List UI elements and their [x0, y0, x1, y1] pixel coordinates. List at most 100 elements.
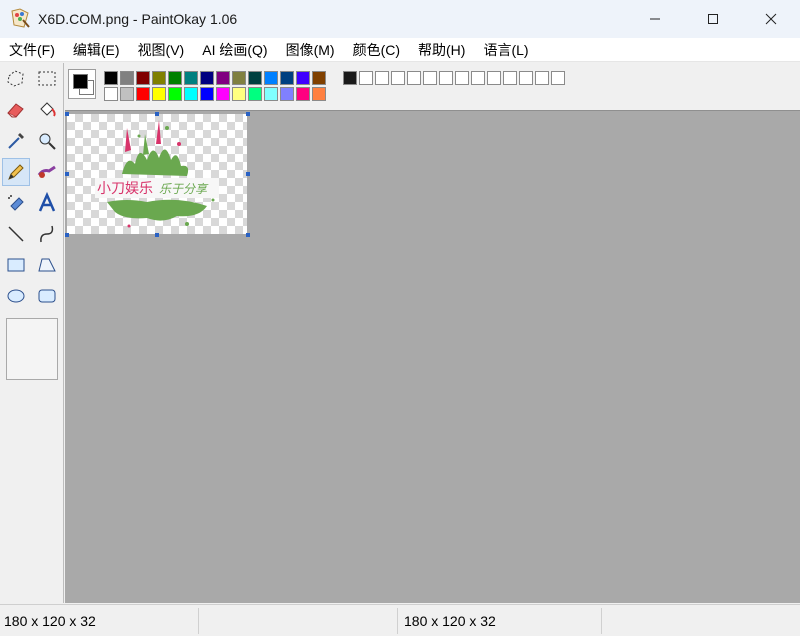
menu-language[interactable]: 语言(L)	[474, 38, 537, 62]
palette-color-swatch[interactable]	[296, 71, 310, 85]
palette-color-swatch[interactable]	[216, 71, 230, 85]
polygon-icon	[38, 258, 56, 272]
resize-handle[interactable]	[246, 112, 250, 116]
palette-color-swatch[interactable]	[168, 87, 182, 101]
eraser-icon	[7, 103, 24, 118]
custom-color-swatch[interactable]	[407, 71, 421, 85]
palette-color-swatch[interactable]	[104, 87, 118, 101]
resize-handle[interactable]	[155, 233, 159, 237]
custom-color-swatch[interactable]	[551, 71, 565, 85]
fill-bucket-icon	[40, 102, 56, 117]
palette-color-swatch[interactable]	[216, 87, 230, 101]
airbrush-icon	[8, 195, 24, 211]
palette-color-swatch[interactable]	[136, 71, 150, 85]
menu-image[interactable]: 图像(M)	[277, 38, 344, 62]
tool-curve[interactable]	[33, 220, 61, 248]
palette-color-swatch[interactable]	[120, 71, 134, 85]
tool-rect-select[interactable]	[33, 65, 61, 93]
palette-color-swatch[interactable]	[184, 87, 198, 101]
palette-color-swatch[interactable]	[152, 87, 166, 101]
palette-color-swatch[interactable]	[312, 87, 326, 101]
tool-polygon[interactable]	[33, 251, 61, 279]
tool-rectangle[interactable]	[2, 251, 30, 279]
palette-color-swatch[interactable]	[248, 87, 262, 101]
custom-color-swatch[interactable]	[391, 71, 405, 85]
text-icon	[38, 192, 56, 212]
custom-color-swatch[interactable]	[439, 71, 453, 85]
close-icon	[765, 13, 777, 25]
palette-color-swatch[interactable]	[248, 71, 262, 85]
custom-color-swatch[interactable]	[519, 71, 533, 85]
menu-bar: 文件(F) 编辑(E) 视图(V) AI 绘画(Q) 图像(M) 颜色(C) 帮…	[0, 38, 800, 62]
tool-airbrush[interactable]	[2, 189, 30, 217]
title-bar: X6D.COM.png - PaintOkay 1.06	[0, 0, 800, 38]
color-picker-icon	[8, 133, 24, 149]
pencil-icon	[8, 164, 24, 180]
palette-color-swatch[interactable]	[280, 87, 294, 101]
custom-color-swatch[interactable]	[503, 71, 517, 85]
menu-view[interactable]: 视图(V)	[129, 38, 194, 62]
custom-color-swatch[interactable]	[487, 71, 501, 85]
tool-brush[interactable]	[33, 158, 61, 186]
tool-eraser[interactable]	[2, 96, 30, 124]
palette-color-swatch[interactable]	[232, 71, 246, 85]
palette-color-swatch[interactable]	[200, 71, 214, 85]
maximize-button[interactable]	[684, 0, 742, 38]
tool-pencil[interactable]	[2, 158, 30, 186]
canvas-workspace[interactable]: 小刀娱乐 乐于分享	[65, 110, 800, 603]
palette-color-swatch[interactable]	[312, 71, 326, 85]
custom-color-swatch[interactable]	[423, 71, 437, 85]
menu-edit[interactable]: 编辑(E)	[64, 38, 129, 62]
palette-color-swatch[interactable]	[280, 71, 294, 85]
palette-color-swatch[interactable]	[168, 71, 182, 85]
minimize-icon	[650, 18, 660, 20]
palette-color-swatch[interactable]	[264, 87, 278, 101]
tool-text[interactable]	[33, 189, 61, 217]
custom-color-swatch[interactable]	[471, 71, 485, 85]
line-icon	[8, 226, 24, 242]
tool-rounded-rect[interactable]	[33, 282, 61, 310]
foreground-color-swatch[interactable]	[73, 74, 88, 89]
resize-handle[interactable]	[65, 233, 69, 237]
custom-color-swatch[interactable]	[343, 71, 357, 85]
palette-color-swatch[interactable]	[120, 87, 134, 101]
toolbox	[0, 63, 64, 603]
tool-fill[interactable]	[33, 96, 61, 124]
minimize-button[interactable]	[626, 0, 684, 38]
custom-color-swatch[interactable]	[455, 71, 469, 85]
tool-magnifier[interactable]	[33, 127, 61, 155]
custom-color-swatch[interactable]	[359, 71, 373, 85]
resize-handle[interactable]	[246, 172, 250, 176]
menu-colors[interactable]: 颜色(C)	[344, 38, 409, 62]
rect-select-icon	[38, 71, 56, 86]
custom-color-swatch[interactable]	[375, 71, 389, 85]
maximize-icon	[708, 14, 718, 24]
palette-color-swatch[interactable]	[296, 87, 310, 101]
palette-color-swatch[interactable]	[136, 87, 150, 101]
resize-handle[interactable]	[246, 233, 250, 237]
current-colors[interactable]	[68, 69, 96, 99]
magnifier-icon	[39, 133, 56, 150]
tool-ellipse[interactable]	[2, 282, 30, 310]
tool-line[interactable]	[2, 220, 30, 248]
resize-handle[interactable]	[155, 112, 159, 116]
tool-options-panel[interactable]	[6, 318, 58, 380]
tool-color-picker[interactable]	[2, 127, 30, 155]
resize-handle[interactable]	[65, 112, 69, 116]
close-button[interactable]	[742, 0, 800, 38]
resize-handle[interactable]	[65, 172, 69, 176]
custom-color-swatch[interactable]	[535, 71, 549, 85]
menu-help[interactable]: 帮助(H)	[409, 38, 474, 62]
image-canvas[interactable]: 小刀娱乐 乐于分享	[67, 114, 247, 234]
palette-color-swatch[interactable]	[264, 71, 278, 85]
menu-file[interactable]: 文件(F)	[0, 38, 64, 62]
rectangle-icon	[7, 258, 25, 272]
palette-color-swatch[interactable]	[184, 71, 198, 85]
palette-color-swatch[interactable]	[232, 87, 246, 101]
palette-color-swatch[interactable]	[152, 71, 166, 85]
tool-free-select[interactable]	[2, 65, 30, 93]
ellipse-icon	[7, 289, 25, 303]
palette-color-swatch[interactable]	[104, 71, 118, 85]
palette-color-swatch[interactable]	[200, 87, 214, 101]
menu-ai-paint[interactable]: AI 绘画(Q)	[193, 38, 276, 62]
